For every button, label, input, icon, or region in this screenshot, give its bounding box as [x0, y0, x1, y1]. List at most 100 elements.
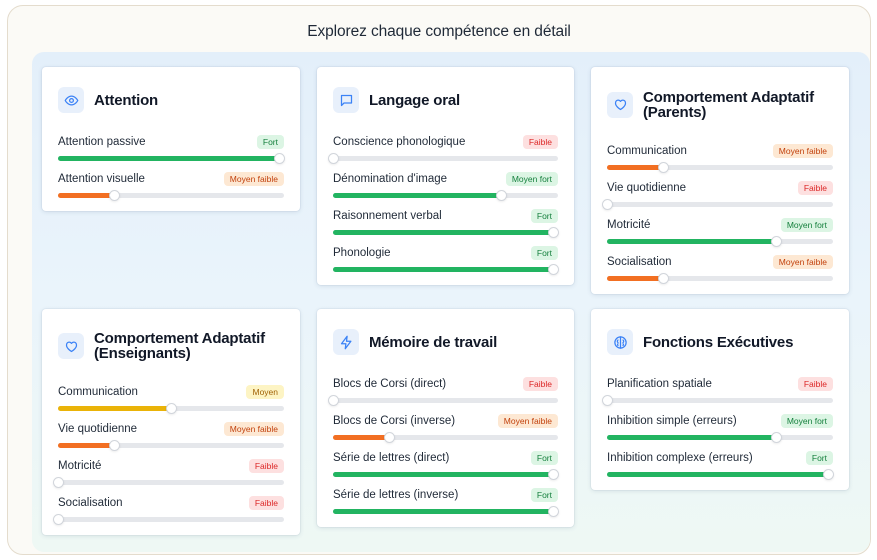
slider-handle[interactable] [548, 264, 559, 275]
score-slider[interactable] [52, 477, 284, 488]
slider-handle[interactable] [548, 506, 559, 517]
score-slider[interactable] [58, 153, 285, 164]
score-fill [333, 509, 554, 514]
score-slider[interactable] [333, 432, 558, 443]
score-fill [333, 230, 554, 235]
level-badge: Fort [256, 135, 284, 149]
slider-handle[interactable] [496, 190, 508, 201]
skill-row-blocs-de-corsi-direct: Blocs de Corsi (direct) Faible [327, 375, 558, 412]
slider-handle[interactable] [327, 153, 339, 164]
score-slider[interactable] [58, 190, 284, 201]
score-slider[interactable] [607, 469, 834, 480]
score-fill [58, 193, 115, 198]
level-badge: Moyen faible [772, 255, 833, 269]
score-slider[interactable] [58, 440, 284, 451]
level-badge: Moyen faible [223, 422, 284, 436]
skill-label: Inhibition simple (erreurs) [607, 415, 737, 427]
slider-handle[interactable] [771, 236, 782, 247]
score-slider[interactable] [601, 199, 833, 210]
slider-handle[interactable] [601, 199, 613, 210]
score-slider[interactable] [333, 264, 559, 275]
skill-label: Communication [607, 145, 687, 157]
slider-handle[interactable] [327, 395, 339, 406]
slider-handle[interactable] [52, 477, 64, 488]
score-fill [333, 435, 390, 440]
slider-handle[interactable] [165, 403, 177, 414]
page-title: Explorez chaque compétence en détail [307, 23, 571, 40]
score-fill [333, 193, 502, 198]
level-badge: Fort [530, 246, 558, 260]
score-slider[interactable] [327, 153, 558, 164]
skill-row-attention-passive: Attention passive Fort [58, 133, 285, 170]
score-fill [58, 156, 280, 161]
level-badge: Fort [805, 451, 833, 465]
card-header: Comportement Adaptatif (Enseignants) [58, 309, 284, 383]
card-title: Mémoire de travail [369, 333, 498, 351]
skill-row-motricite: Motricité Faible [52, 457, 284, 494]
skill-card-comportement-adaptatif-enseignants: Comportement Adaptatif (Enseignants) Comm… [42, 309, 300, 535]
score-slider[interactable] [607, 273, 833, 284]
level-badge: Moyen fort [780, 414, 833, 428]
score-fill [607, 239, 777, 244]
level-badge: Moyen faible [497, 414, 558, 428]
level-badge: Faible [248, 496, 284, 510]
level-badge: Faible [248, 459, 284, 473]
slider-handle[interactable] [601, 395, 613, 406]
heart-icon [58, 333, 84, 359]
card-title: Comportement Adaptatif (Parents) [643, 88, 814, 121]
slider-handle[interactable] [658, 273, 669, 284]
score-fill [607, 165, 664, 170]
card-title: Fonctions Exécutives [643, 333, 794, 351]
score-slider[interactable] [52, 514, 284, 525]
skill-label: Planification spatiale [607, 378, 712, 390]
slider-handle[interactable] [109, 440, 120, 451]
brain-icon [607, 329, 633, 355]
slider-handle[interactable] [771, 432, 782, 443]
level-badge: Moyen faible [772, 144, 833, 158]
skill-label: Motricité [58, 460, 102, 472]
slider-handle[interactable] [109, 190, 120, 201]
skill-row-communication: Communication Moyen faible [607, 142, 833, 179]
card-header: Comportement Adaptatif (Parents) [607, 67, 833, 142]
skill-label: Dénomination d'image [333, 173, 448, 185]
score-slider[interactable] [333, 506, 559, 517]
score-slider[interactable] [607, 432, 833, 443]
skill-row-attention-visuelle: Attention visuelle Moyen faible [58, 170, 284, 207]
skill-label: Vie quotidienne [607, 182, 687, 194]
speech-bubble-icon [333, 87, 359, 113]
score-fill [607, 276, 664, 281]
skill-row-socialisation: Socialisation Faible [52, 494, 284, 531]
slider-handle[interactable] [548, 227, 559, 238]
score-fill [607, 435, 777, 440]
score-slider[interactable] [333, 227, 559, 238]
slider-handle[interactable] [383, 432, 395, 443]
score-slider[interactable] [333, 469, 559, 480]
skill-label: Attention visuelle [58, 173, 145, 185]
skill-card-attention: Attention Attention passive Fort Attention … [42, 67, 300, 211]
score-slider[interactable] [327, 395, 558, 406]
score-slider[interactable] [607, 236, 833, 247]
skill-card-memoire-de-travail: Mémoire de travail Blocs de Corsi (direct… [317, 309, 574, 527]
slider-handle[interactable] [273, 153, 285, 164]
slider-handle[interactable] [52, 514, 64, 525]
level-badge: Fort [530, 488, 558, 502]
skill-label: Blocs de Corsi (direct) [333, 378, 447, 390]
score-slider[interactable] [601, 395, 833, 406]
level-badge: Faible [797, 181, 833, 195]
slider-handle[interactable] [658, 162, 669, 173]
score-slider[interactable] [607, 162, 833, 173]
score-slider[interactable] [333, 190, 558, 201]
skill-label: Blocs de Corsi (inverse) [333, 415, 456, 427]
level-badge: Faible [522, 377, 558, 391]
skill-label: Raisonnement verbal [333, 210, 442, 222]
skill-row-planification-spatiale: Planification spatiale Faible [601, 375, 833, 412]
score-fill [58, 443, 115, 448]
score-fill [333, 472, 554, 477]
score-slider[interactable] [58, 403, 284, 414]
skill-row-inhibition-simple-erreurs: Inhibition simple (erreurs) Moyen fort [607, 412, 833, 449]
card-header: Langage oral [333, 67, 558, 133]
slider-handle[interactable] [822, 469, 834, 480]
slider-handle[interactable] [548, 469, 559, 480]
skill-label: Motricité [607, 219, 651, 231]
skill-label: Série de lettres (inverse) [333, 489, 459, 501]
